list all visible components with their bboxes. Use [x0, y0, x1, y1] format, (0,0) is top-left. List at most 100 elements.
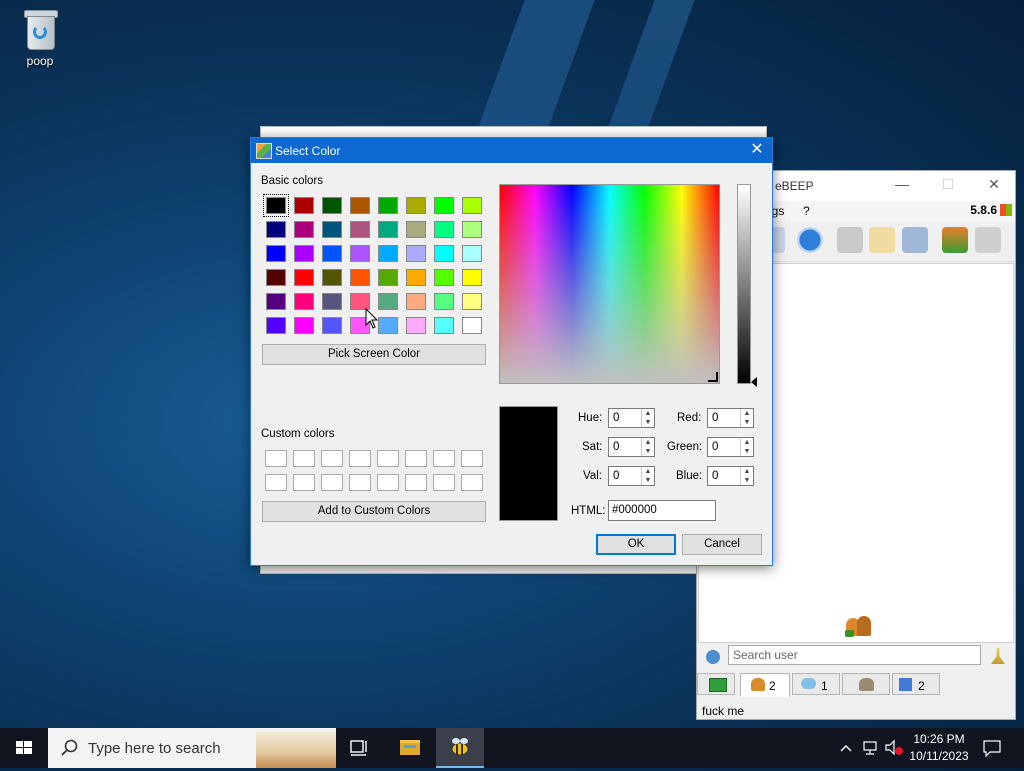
basic-color-swatch[interactable]	[294, 197, 314, 214]
custom-color-slot[interactable]	[293, 474, 315, 491]
blue-spinbox[interactable]: 0 ▲ ▼	[707, 466, 754, 486]
basic-color-swatch[interactable]	[294, 293, 314, 310]
system-clock[interactable]: 10:26 PM 10/11/2023	[905, 731, 973, 765]
basic-color-swatch[interactable]	[322, 245, 342, 262]
custom-color-slot[interactable]	[461, 474, 483, 491]
basic-color-swatch[interactable]	[434, 269, 454, 286]
custom-color-slot[interactable]	[349, 474, 371, 491]
custom-color-slot[interactable]	[461, 450, 483, 467]
tab-home[interactable]	[697, 673, 735, 695]
basic-color-swatch[interactable]	[434, 197, 454, 214]
notification-icon[interactable]	[982, 739, 1002, 757]
basic-color-swatch[interactable]	[294, 221, 314, 238]
basic-color-swatch[interactable]	[378, 293, 398, 310]
volume-muted-icon[interactable]	[884, 739, 904, 757]
custom-color-slot[interactable]	[405, 474, 427, 491]
task-view-button[interactable]	[336, 728, 384, 768]
minimize-icon[interactable]: —	[887, 176, 917, 196]
basic-color-swatch[interactable]	[350, 269, 370, 286]
beebeep-taskbar-button[interactable]	[436, 728, 484, 768]
upload-icon[interactable]	[942, 227, 968, 253]
settings-gear-icon[interactable]	[706, 650, 720, 664]
basic-color-swatch[interactable]	[263, 194, 289, 217]
pencil-icon[interactable]	[869, 227, 895, 253]
basic-color-swatch[interactable]	[406, 317, 426, 334]
start-button[interactable]	[0, 728, 48, 768]
basic-color-swatch[interactable]	[322, 317, 342, 334]
close-icon[interactable]: ✕	[979, 176, 1009, 196]
tab-chats[interactable]: 1	[792, 673, 840, 695]
close-icon[interactable]: ✕	[742, 138, 772, 163]
color-spectrum[interactable]	[499, 184, 720, 384]
basic-color-swatch[interactable]	[322, 269, 342, 286]
network-icon[interactable]	[797, 227, 823, 253]
basic-color-swatch[interactable]	[266, 245, 286, 262]
basic-color-swatch[interactable]	[462, 317, 482, 334]
basic-color-swatch[interactable]	[322, 221, 342, 238]
taskbar-search-box[interactable]: Type here to search	[48, 728, 336, 768]
custom-color-slot[interactable]	[405, 450, 427, 467]
tab-users[interactable]: 2	[740, 673, 790, 697]
pick-screen-color-button[interactable]: Pick Screen Color	[262, 344, 486, 365]
green-spinbox[interactable]: 0 ▲ ▼	[707, 437, 754, 457]
basic-color-swatch[interactable]	[266, 317, 286, 334]
basic-color-swatch[interactable]	[378, 197, 398, 214]
broom-icon[interactable]	[991, 648, 1005, 664]
basic-color-swatch[interactable]	[378, 269, 398, 286]
val-spinbox[interactable]: 0 ▲ ▼	[608, 466, 655, 486]
red-spinbox[interactable]: 0 ▲ ▼	[707, 408, 754, 428]
basic-color-swatch[interactable]	[378, 221, 398, 238]
basic-color-swatch[interactable]	[462, 245, 482, 262]
basic-color-swatch[interactable]	[406, 293, 426, 310]
basic-color-swatch[interactable]	[434, 221, 454, 238]
ok-button[interactable]: OK	[596, 534, 676, 555]
hue-spinbox[interactable]: 0 ▲ ▼	[608, 408, 655, 428]
basic-color-swatch[interactable]	[406, 197, 426, 214]
basic-color-swatch[interactable]	[462, 293, 482, 310]
dialog-titlebar[interactable]: Select Color ✕	[251, 138, 772, 163]
sat-spinbox[interactable]: 0 ▲ ▼	[608, 437, 655, 457]
custom-color-slot[interactable]	[433, 474, 455, 491]
basic-color-swatch[interactable]	[462, 269, 482, 286]
basic-color-swatch[interactable]	[406, 269, 426, 286]
basic-color-swatch[interactable]	[350, 197, 370, 214]
basic-color-swatch[interactable]	[322, 197, 342, 214]
custom-color-slot[interactable]	[377, 474, 399, 491]
network-icon[interactable]	[862, 739, 880, 757]
basic-color-swatch[interactable]	[462, 197, 482, 214]
basic-color-swatch[interactable]	[322, 293, 342, 310]
search-user-input[interactable]: Search user	[728, 645, 981, 665]
mail-icon[interactable]	[837, 227, 863, 253]
custom-color-slot[interactable]	[293, 450, 315, 467]
basic-color-swatch[interactable]	[294, 245, 314, 262]
basic-color-swatch[interactable]	[266, 293, 286, 310]
chevron-up-icon[interactable]	[838, 740, 854, 756]
spectrum-crosshair[interactable]	[708, 372, 718, 382]
custom-color-slot[interactable]	[321, 474, 343, 491]
basic-color-swatch[interactable]	[266, 269, 286, 286]
custom-color-slot[interactable]	[321, 450, 343, 467]
file-explorer-button[interactable]	[386, 728, 434, 768]
tools-icon[interactable]	[902, 227, 928, 253]
html-color-input[interactable]: #000000	[608, 500, 716, 521]
custom-color-slot[interactable]	[265, 474, 287, 491]
basic-color-swatch[interactable]	[378, 245, 398, 262]
custom-color-slot[interactable]	[349, 450, 371, 467]
custom-color-slot[interactable]	[265, 450, 287, 467]
custom-color-slot[interactable]	[377, 450, 399, 467]
maximize-icon[interactable]: ☐	[933, 176, 963, 196]
add-to-custom-colors-button[interactable]: Add to Custom Colors	[262, 501, 486, 522]
basic-color-swatch[interactable]	[350, 221, 370, 238]
luminance-slider[interactable]	[737, 184, 751, 384]
tab-groups[interactable]	[842, 673, 890, 695]
trash-icon[interactable]	[975, 227, 1001, 253]
basic-color-swatch[interactable]	[266, 221, 286, 238]
basic-color-swatch[interactable]	[294, 269, 314, 286]
cancel-button[interactable]: Cancel	[682, 534, 762, 555]
basic-color-swatch[interactable]	[434, 293, 454, 310]
tab-files[interactable]: 2	[892, 673, 940, 695]
menu-help[interactable]: ?	[803, 204, 810, 218]
basic-color-swatch[interactable]	[378, 317, 398, 334]
basic-color-swatch[interactable]	[434, 245, 454, 262]
basic-color-swatch[interactable]	[294, 317, 314, 334]
